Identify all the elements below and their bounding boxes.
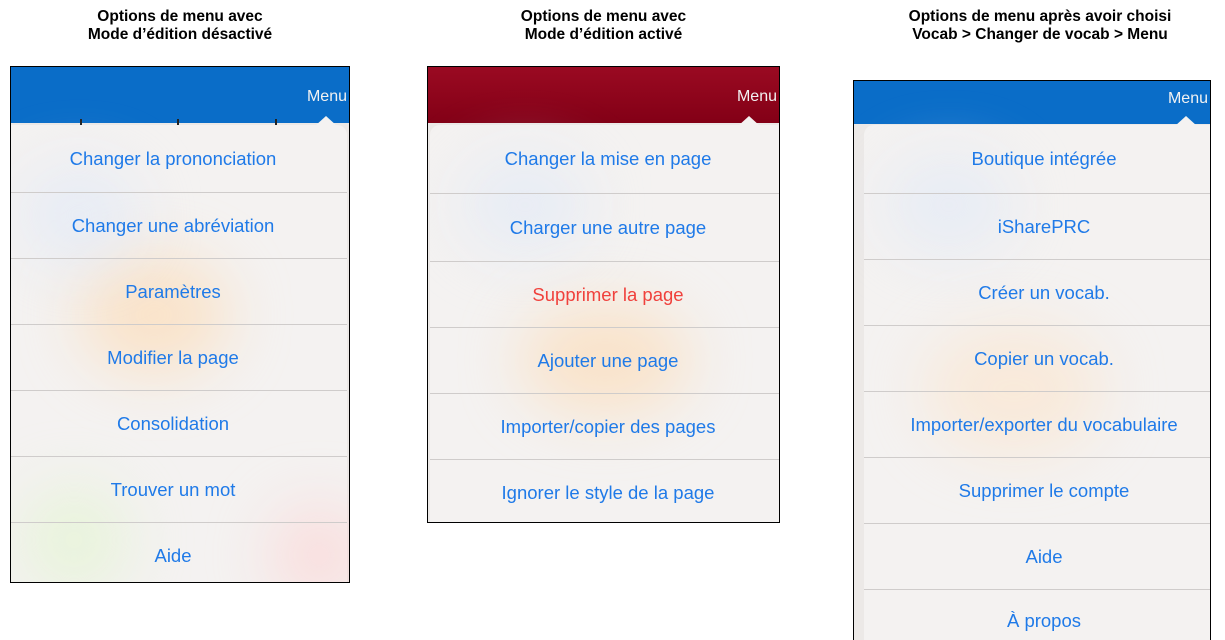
menu-item-importer-copier-pages[interactable]: Importer/copier des pages	[430, 393, 779, 459]
menu-item-copier-vocab[interactable]: Copier un vocab.	[864, 325, 1210, 391]
phone-screen-edit-off: Menu Changer la prononciation Changer un…	[10, 66, 350, 583]
menu-button[interactable]: Menu	[1168, 90, 1208, 108]
menu-item-boutique-integree[interactable]: Boutique intégrée	[864, 125, 1210, 193]
menu-button[interactable]: Menu	[307, 88, 347, 106]
caption-line-1: Options de menu après avoir choisi	[908, 8, 1172, 25]
menu-item-ajouter-page[interactable]: Ajouter une page	[430, 327, 779, 393]
phone-screen-edit-on: Menu Changer la mise en page Charger une…	[427, 66, 780, 523]
menu-item-charger-autre-page[interactable]: Charger une autre page	[430, 193, 779, 261]
menu-item-aide[interactable]: Aide	[11, 522, 347, 582]
menu-item-importer-exporter-vocabulaire[interactable]: Importer/exporter du vocabulaire	[864, 391, 1210, 457]
menu-item-changer-mise-en-page[interactable]: Changer la mise en page	[430, 125, 779, 193]
caption-panel-2: Options de menu avec Mode d’édition acti…	[427, 8, 780, 44]
menu-popover: Changer la mise en page Charger une autr…	[430, 116, 779, 522]
caption-line-1: Options de menu avec	[97, 8, 263, 25]
caption-panel-3: Options de menu après avoir choisi Vocab…	[862, 8, 1218, 44]
caption-line-1: Options de menu avec	[520, 8, 687, 25]
menu-item-trouver-mot[interactable]: Trouver un mot	[11, 456, 347, 522]
menu-item-a-propos[interactable]: À propos	[864, 589, 1210, 640]
nav-bar: Menu	[428, 67, 779, 123]
menu-popover: Changer la prononciation Changer une abr…	[11, 116, 349, 582]
menu-item-aide[interactable]: Aide	[864, 523, 1210, 589]
menu-item-modifier-page[interactable]: Modifier la page	[11, 324, 347, 390]
menu-item-supprimer-compte[interactable]: Supprimer le compte	[864, 457, 1210, 523]
caption-line-2: Vocab > Changer de vocab > Menu	[912, 26, 1168, 43]
nav-bar: Menu	[11, 67, 349, 123]
nav-bar: Menu	[854, 81, 1210, 124]
menu-item-creer-vocab[interactable]: Créer un vocab.	[864, 259, 1210, 325]
caption-line-2: Mode d’édition désactivé	[87, 26, 273, 43]
menu-item-consolidation[interactable]: Consolidation	[11, 390, 347, 456]
menu-item-parametres[interactable]: Paramètres	[11, 258, 347, 324]
menu-item-changer-prononciation[interactable]: Changer la prononciation	[11, 125, 347, 192]
menu-item-changer-abreviation[interactable]: Changer une abréviation	[11, 192, 347, 258]
menu-item-ignorer-style-page[interactable]: Ignorer le style de la page	[430, 459, 779, 522]
caption-panel-1: Options de menu avec Mode d’édition désa…	[10, 8, 350, 44]
phone-screen-vocab-menu: Menu Boutique intégrée iSharePRC Créer u…	[853, 80, 1211, 640]
menu-button[interactable]: Menu	[737, 88, 777, 106]
menu-popover: Boutique intégrée iSharePRC Créer un voc…	[864, 116, 1210, 640]
menu-item-isharepr[interactable]: iSharePRC	[864, 193, 1210, 259]
caption-line-2: Mode d’édition activé	[524, 26, 683, 43]
menu-item-supprimer-page[interactable]: Supprimer la page	[430, 261, 779, 327]
